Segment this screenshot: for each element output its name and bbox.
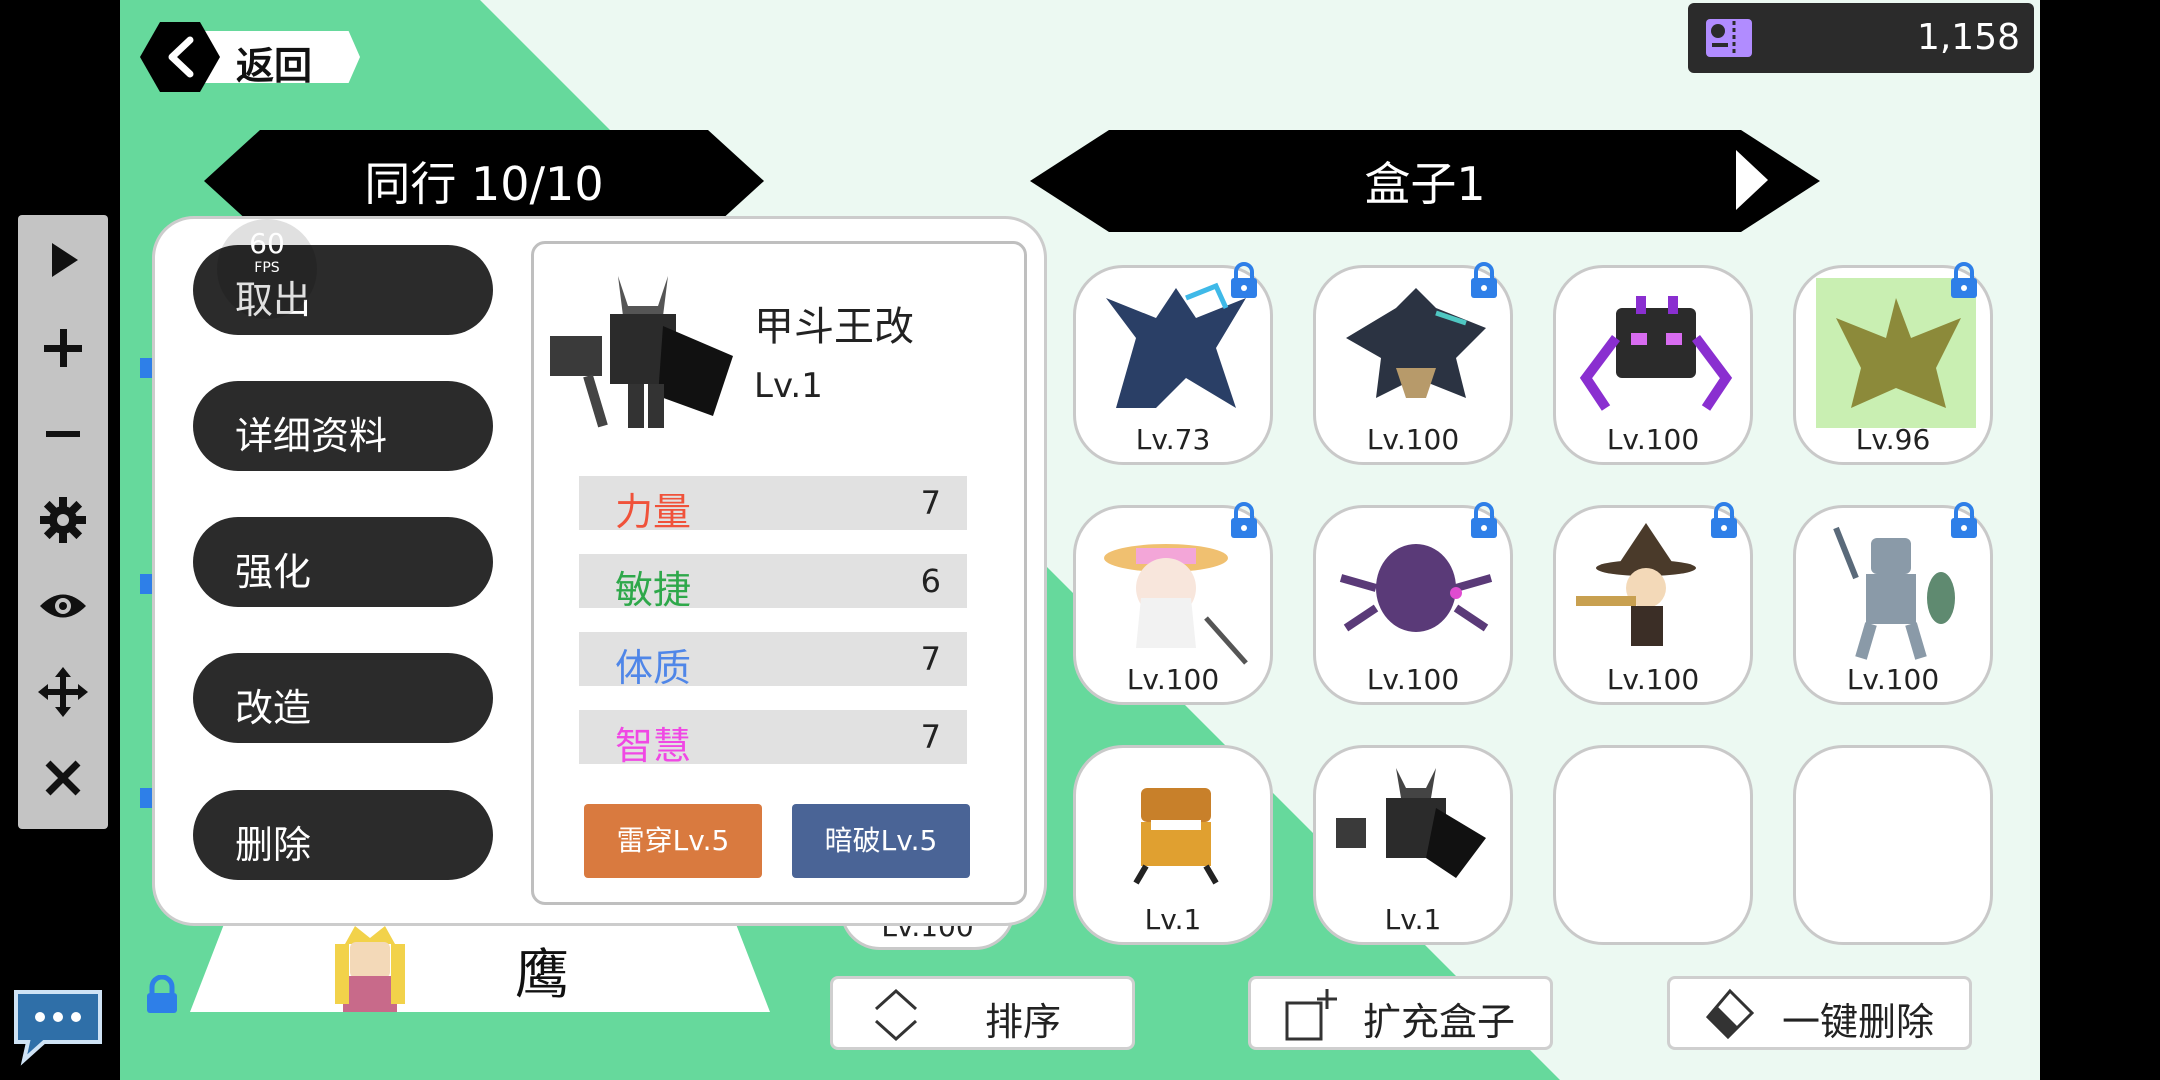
monster-action-popup: 取出 详细资料 强化 改造 删除 60 FPS 甲斗王改 Lv.1 力量 7 敏…: [152, 216, 1047, 926]
add-box-icon: [1285, 989, 1337, 1041]
party-item-name: 鹰: [515, 943, 569, 1006]
enhance-button[interactable]: 强化: [193, 517, 493, 607]
stat-value: 7: [920, 718, 941, 756]
skill-badge[interactable]: 雷穿Lv.5: [584, 804, 762, 878]
eraser-icon: [1705, 988, 1755, 1040]
back-button[interactable]: 返回: [140, 22, 365, 92]
delete-button[interactable]: 删除: [193, 790, 493, 880]
slot-level: Lv.100: [1606, 663, 1700, 696]
lock-icon: [1471, 262, 1497, 298]
gear-icon[interactable]: [38, 495, 88, 545]
stat-name: 智慧: [615, 724, 692, 768]
delete-all-label: 一键删除: [1782, 1000, 1935, 1044]
sort-button[interactable]: 排序: [830, 976, 1135, 1050]
move-icon[interactable]: [38, 667, 88, 717]
close-icon[interactable]: [38, 753, 88, 803]
box-slot-empty[interactable]: [1793, 745, 1993, 945]
next-box-arrow-icon[interactable]: [1734, 148, 1770, 212]
sort-label: 排序: [985, 1000, 1062, 1044]
slot-level: Lv.100: [1366, 663, 1460, 696]
slot-level: Lv.100: [1126, 663, 1220, 696]
currency-display: 1,158: [1688, 3, 2034, 73]
emulator-toolbar: [18, 215, 108, 829]
lock-icon: [1471, 502, 1497, 538]
stat-value: 7: [920, 484, 941, 522]
expand-box-label: 扩充盒子: [1363, 1000, 1516, 1044]
fps-value: 60: [249, 227, 285, 260]
stat-name: 体质: [615, 646, 692, 690]
box-slot[interactable]: Lv.1: [1313, 745, 1513, 945]
lock-icon: [1951, 502, 1977, 538]
fps-counter: 60 FPS: [217, 219, 317, 319]
golem-portrait: [1579, 296, 1733, 411]
modify-button[interactable]: 改造: [193, 653, 493, 743]
knight-portrait: [1833, 526, 1955, 660]
lock-icon: [1711, 502, 1737, 538]
dragon-portrait: [1816, 278, 1976, 428]
lock-icon: [1231, 502, 1257, 538]
lock-icon: [1231, 262, 1257, 298]
stat-row: 力量 7: [579, 476, 967, 534]
monster-detail-card: 甲斗王改 Lv.1 力量 7 敏捷 6 体质 7 智慧 7 雷穿Lv.5 暗破L…: [531, 241, 1027, 905]
dragon-portrait: [1106, 282, 1246, 408]
sort-icon: [874, 988, 918, 1042]
slot-level: Lv.100: [1606, 423, 1700, 456]
stat-name: 敏捷: [615, 568, 692, 612]
slot-level: Lv.100: [1366, 423, 1460, 456]
stat-value: 6: [920, 562, 941, 600]
box-slot[interactable]: Lv.100: [1553, 265, 1753, 465]
slot-level: Lv.73: [1135, 423, 1211, 456]
delete-all-button[interactable]: 一键删除: [1667, 976, 1972, 1050]
minus-icon[interactable]: [38, 409, 88, 459]
slot-level: Lv.96: [1855, 423, 1931, 456]
box-slot[interactable]: Lv.1: [1073, 745, 1273, 945]
monster-level: Lv.1: [754, 366, 823, 406]
slot-level: Lv.100: [1846, 663, 1940, 696]
game-screen: 返回 1,158 同行 10/10 盒子1 Lv.100 鹰 Lv.73 Lv.…: [120, 0, 2040, 1080]
currency-amount: 1,158: [1916, 17, 2020, 58]
bug-portrait: [1339, 544, 1493, 632]
monster-portrait: [550, 276, 733, 428]
party-title: 同行 10/10: [364, 157, 604, 211]
beetle-king-portrait: [1336, 768, 1486, 878]
play-icon[interactable]: [38, 235, 88, 285]
lock-icon: [1951, 262, 1977, 298]
chevron-left-icon: [168, 36, 194, 78]
stat-row: 智慧 7: [579, 710, 967, 768]
ticket-icon: [1706, 19, 1752, 57]
stat-row: 体质 7: [579, 632, 967, 690]
witch-portrait: [1576, 523, 1696, 646]
plus-icon[interactable]: [38, 323, 88, 373]
stat-value: 7: [920, 640, 941, 678]
character-portrait: [335, 926, 405, 1012]
mimic-chest-portrait: [1133, 788, 1219, 885]
box-title: 盒子1: [1364, 157, 1486, 211]
box-banner: 盒子1: [1030, 130, 1820, 232]
monster-name: 甲斗王改: [754, 304, 914, 350]
stat-name: 力量: [615, 490, 692, 534]
stat-row: 敏捷 6: [579, 554, 967, 612]
expand-box-button[interactable]: 扩充盒子: [1248, 976, 1553, 1050]
party-list-item[interactable]: 鹰: [190, 922, 770, 1012]
details-button[interactable]: 详细资料: [193, 381, 493, 471]
fps-label: FPS: [254, 260, 280, 276]
back-label: 返回: [236, 44, 313, 88]
eye-icon[interactable]: [38, 581, 88, 631]
slot-level: Lv.1: [1144, 903, 1202, 936]
box-slot-empty[interactable]: [1553, 745, 1753, 945]
slot-level: Lv.1: [1384, 903, 1442, 936]
girl-portrait: [1104, 544, 1248, 665]
dragon-portrait: [1346, 288, 1486, 398]
chat-bubble-icon[interactable]: [10, 986, 106, 1066]
skill-badge[interactable]: 暗破Lv.5: [792, 804, 970, 878]
lock-icon: [147, 975, 177, 1013]
